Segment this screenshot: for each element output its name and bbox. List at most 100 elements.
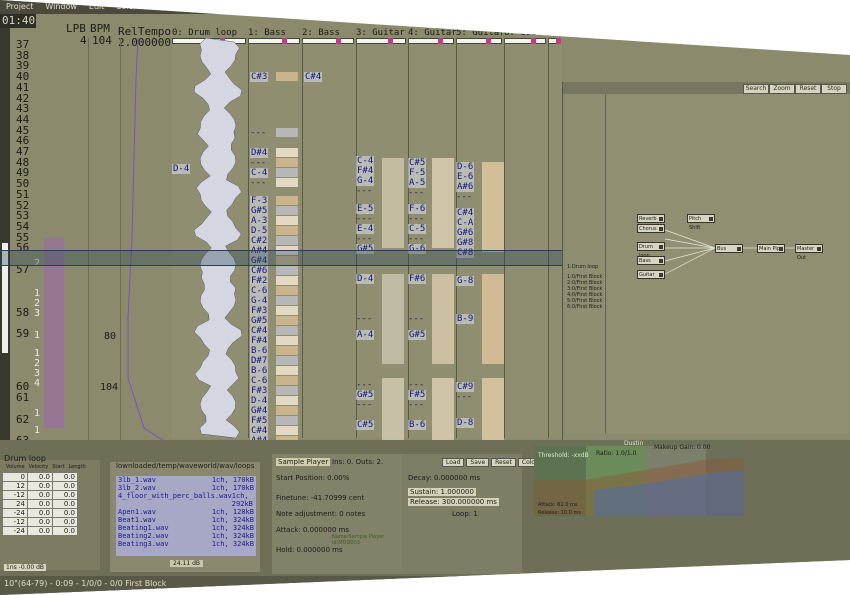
volume-knob[interactable] xyxy=(556,38,561,44)
graph-node-guitar[interactable]: Guitar xyxy=(637,270,665,279)
track-volume-bar[interactable] xyxy=(356,38,406,44)
bass-note[interactable]: C#4 xyxy=(250,426,269,436)
bass-note[interactable]: D-4 xyxy=(250,396,269,406)
note-off[interactable]: --- xyxy=(408,400,424,410)
track-header[interactable]: 3: Guitar xyxy=(356,28,406,44)
file-browser-path[interactable]: lownloaded/temp/waveworld/wav/loops xyxy=(116,462,254,472)
volume-knob[interactable] xyxy=(336,38,341,44)
bass-note[interactable]: C#2 xyxy=(250,236,269,246)
bass-note[interactable]: C#4 xyxy=(250,326,269,336)
decay[interactable]: Decay: 0.000000 ms xyxy=(408,474,480,482)
track-volume-bar[interactable] xyxy=(456,38,502,44)
graph-node-reverb[interactable]: Reverb xyxy=(637,214,665,223)
file-entry[interactable]: Apen1.wav 1ch, 128kB xyxy=(116,508,256,516)
guitar3-note[interactable]: C-4 xyxy=(356,156,375,166)
note-off[interactable]: --- xyxy=(408,188,424,198)
note-off[interactable]: --- xyxy=(356,214,372,224)
file-entry[interactable]: Beating1.wav 1ch, 324kB xyxy=(116,524,256,532)
drum-cell[interactable]: -12 xyxy=(2,517,28,527)
guitar3-note[interactable]: D-4 xyxy=(356,274,375,284)
drum-cell[interactable]: -24 xyxy=(2,526,28,536)
envelope-button-load[interactable]: Load xyxy=(442,458,465,467)
file-entry[interactable]: Beating3.wav 1ch, 324kB xyxy=(116,540,256,548)
track-header[interactable]: 7: xyxy=(548,28,561,44)
drum-cell[interactable]: 12 xyxy=(2,481,28,491)
volume-knob[interactable] xyxy=(531,38,536,44)
bass-note[interactable]: C-4 xyxy=(250,168,269,178)
guitar5-note[interactable]: A#6 xyxy=(456,182,475,192)
graph-node-main-pipe[interactable]: Main Pipe xyxy=(757,244,785,253)
envelope-button-reset[interactable]: Reset xyxy=(491,458,516,467)
guitar5-note[interactable]: C#4 xyxy=(456,208,475,218)
track-volume-bar[interactable] xyxy=(248,38,300,44)
note-off[interactable]: --- xyxy=(356,400,372,410)
bass-note[interactable]: D-5 xyxy=(250,226,269,236)
start-position[interactable]: Start Position: 0.00% xyxy=(276,474,349,482)
menu-item-navigation[interactable]: Navigation xyxy=(203,0,246,14)
guitar4-note[interactable]: F-5 xyxy=(408,168,427,178)
graph-node-chorus[interactable]: Chorus xyxy=(637,224,665,233)
bass-note[interactable]: F-3 xyxy=(250,196,269,206)
track-editor[interactable]: 0: Drum loop 1: Bass 2: Bass 3: Guitar 4: Gu… xyxy=(172,28,562,468)
note-off[interactable]: --- xyxy=(408,314,424,324)
chain-list[interactable]: 1:0/First Block 2:0/First Block 3:0/First … xyxy=(567,274,605,310)
volume-knob[interactable] xyxy=(388,38,393,44)
guitar4-note[interactable]: F#6 xyxy=(408,274,427,284)
drum-cell[interactable]: -24 xyxy=(2,508,28,518)
note-off[interactable]: --- xyxy=(456,192,472,202)
guitar4-note[interactable]: C#5 xyxy=(408,158,427,168)
note-off[interactable]: --- xyxy=(356,314,372,324)
track-volume-bar[interactable] xyxy=(408,38,454,44)
volume-knob[interactable] xyxy=(486,38,491,44)
bass-note[interactable]: F#5 xyxy=(250,416,269,426)
track-header[interactable]: 6: Guitar xyxy=(504,28,553,44)
tempo-value-1[interactable]: 80 xyxy=(104,331,116,342)
attack[interactable]: Attack: 0.000000 ms xyxy=(276,526,349,534)
guitar5-note[interactable]: B-9 xyxy=(456,314,475,324)
tempo-automation-lane[interactable]: 80 104 xyxy=(44,38,172,448)
drum-cell[interactable]: 0.0 xyxy=(52,481,78,491)
chain-item[interactable]: 6:0/First Block xyxy=(567,304,605,310)
drum-cell[interactable]: 0.0 xyxy=(52,508,78,518)
note-off[interactable]: --- xyxy=(356,380,372,390)
drum-cell[interactable]: 0.0 xyxy=(52,490,78,500)
bass-note[interactable]: C-6 xyxy=(250,376,269,386)
release[interactable]: Release: 300.000000 ms xyxy=(408,498,499,506)
volume-knob[interactable] xyxy=(282,38,287,44)
guitar3-note[interactable]: G#5 xyxy=(356,390,375,400)
menu-item-midi[interactable]: MIDI xyxy=(393,0,411,14)
drum-cell[interactable]: 0.0 xyxy=(52,526,78,536)
bass-note[interactable]: F#2 xyxy=(250,276,269,286)
guitar5-note[interactable]: D-8 xyxy=(456,418,475,428)
file-entry[interactable]: Beating2.wav 1ch, 324kB xyxy=(116,532,256,540)
drum-cell[interactable]: 0.0 xyxy=(27,481,53,491)
mixer-button[interactable]: Reset xyxy=(795,84,821,94)
drum-gain[interactable]: 1ns -0.00 dB xyxy=(4,564,47,571)
guitar5-note[interactable]: G#6 xyxy=(456,228,475,238)
drum-cell[interactable]: 0.0 xyxy=(27,499,53,509)
guitar5-note[interactable]: C#9 xyxy=(456,382,475,392)
bass-note[interactable]: G#4 xyxy=(250,406,269,416)
guitar4-note[interactable]: F-6 xyxy=(408,204,427,214)
hold[interactable]: Hold: 0.000000 ms xyxy=(276,546,343,554)
mixer-button[interactable]: Stop xyxy=(821,84,847,94)
graph-node-master-out[interactable]: Master Out xyxy=(795,244,823,261)
bass-note[interactable]: A-3 xyxy=(250,216,269,226)
file-entry[interactable]: 3lb_1.wav 1ch, 170kB xyxy=(116,476,256,484)
note-off[interactable]: --- xyxy=(250,128,266,138)
guitar3-note[interactable]: C#5 xyxy=(356,420,375,430)
drum-cell[interactable]: 0 xyxy=(2,472,28,482)
guitar3-note[interactable]: E-4 xyxy=(356,224,375,234)
menu-item-project[interactable]: Project xyxy=(6,0,33,14)
menu-item-instrument[interactable]: Instrument xyxy=(258,0,302,14)
drum-panel-table[interactable]: 0 0.0 0.0 12 0.0 0.0 -12 0.0 0.0 24 0.0 0.0 -24 0.0 0.… xyxy=(2,472,78,536)
bass-note[interactable]: G-4 xyxy=(250,296,269,306)
mixer-graph[interactable]: Reverb Chorus Drum loopBass Guitar Pitch Shi… xyxy=(607,94,849,434)
bass-note[interactable]: G#5 xyxy=(250,316,269,326)
graph-node-drum-loop[interactable]: Drum loop xyxy=(637,242,665,259)
menu-item-play[interactable]: Play xyxy=(365,0,382,14)
track-header[interactable]: 4: Guitar xyxy=(408,28,457,44)
track-header[interactable]: 5: Guitar xyxy=(456,28,505,44)
guitar5-note[interactable]: E-6 xyxy=(456,172,475,182)
guitar4-note[interactable]: C-5 xyxy=(408,224,427,234)
